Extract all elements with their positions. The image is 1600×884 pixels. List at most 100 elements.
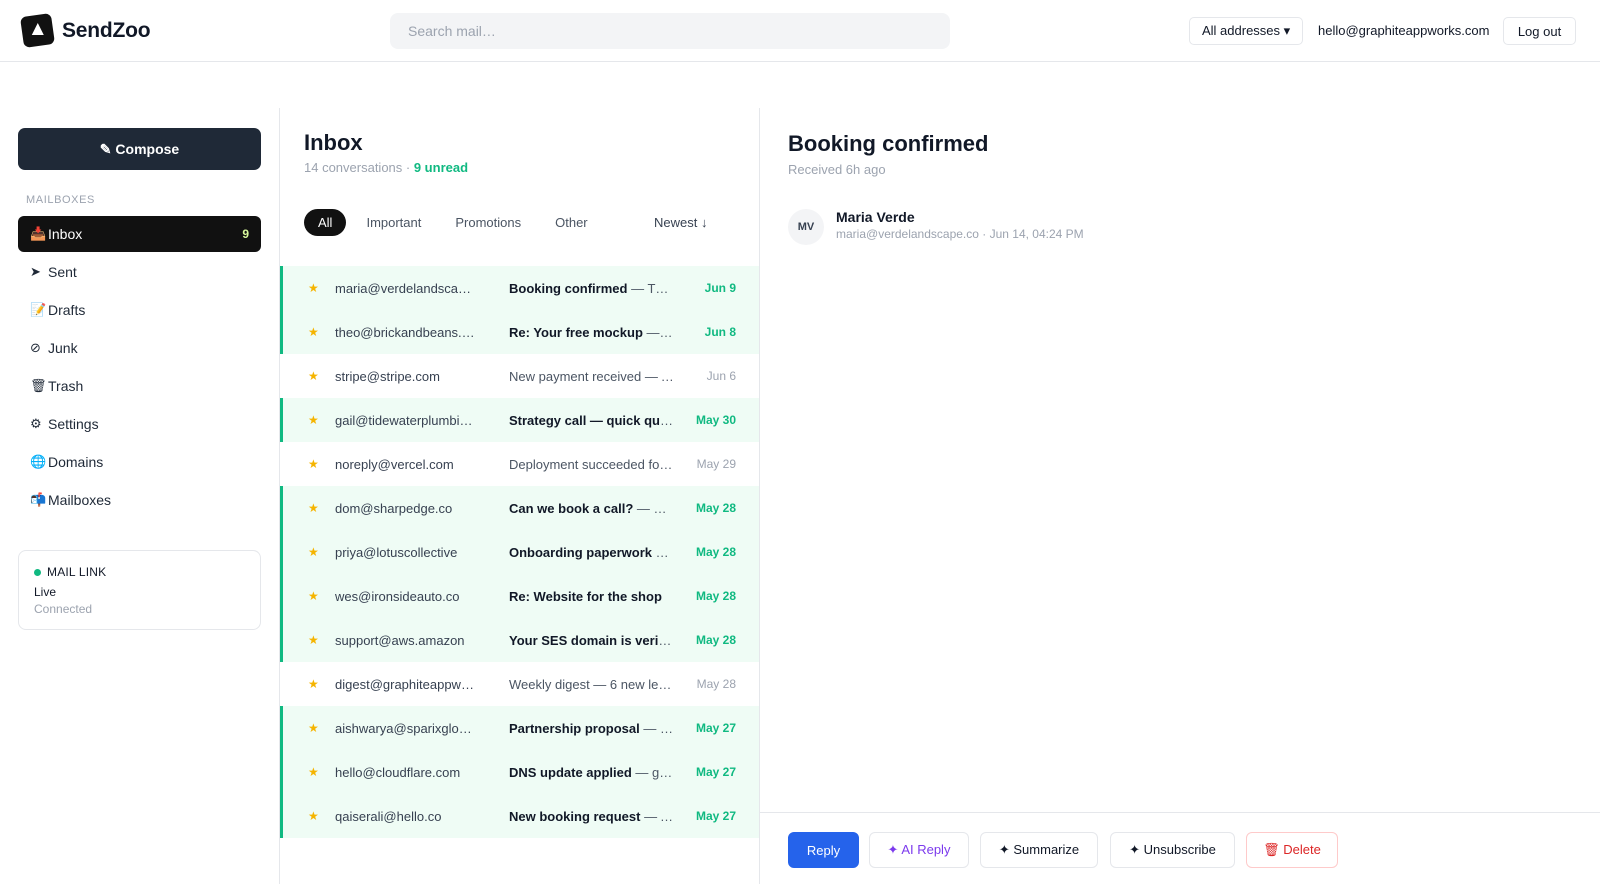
app-logo[interactable]: SendZoo (19, 12, 151, 49)
sidebar-item-settings[interactable]: ⚙ Settings (18, 406, 261, 442)
mail-link-status-card: MAIL LINK Live Connected (18, 550, 261, 630)
table-row[interactable]: ★ gail@tidewaterplumbing.com Strategy call… (280, 398, 759, 442)
row-subject: Can we book a call? — Hi there (509, 501, 674, 516)
row-preview: for project (648, 456, 674, 472)
logout-button[interactable]: Log out (1503, 17, 1576, 45)
table-row[interactable]: ★ dom@sharpedge.co Can we book a call? — H… (280, 486, 759, 530)
table-row[interactable]: ★ theo@brickandbeans.com Re: Your free moc… (280, 310, 759, 354)
status-dot-icon (34, 568, 41, 576)
search-input[interactable] (390, 13, 950, 49)
row-subject-title: Booking confirmed (509, 280, 628, 296)
sidebar-item-domains[interactable]: 🌐 Domains (18, 444, 261, 480)
star-icon[interactable]: ★ (308, 633, 319, 647)
filter-tabs: All Important Promotions Other (304, 209, 608, 236)
row-subject: New payment received — A payment (509, 369, 674, 384)
row-preview: — A payment (644, 368, 674, 384)
row-subject: Onboarding paperwork — Attached (509, 545, 674, 560)
row-date: May 28 (695, 501, 736, 515)
sidebar-item-sent[interactable]: ➤ Sent (18, 254, 261, 290)
table-row[interactable]: ★ priya@lotuscollective Onboarding paperwo… (280, 530, 759, 574)
tab-other[interactable]: Other (541, 209, 602, 236)
row-sender: gail@tidewaterplumbing.com (335, 412, 475, 428)
sender-name: Maria Verde (836, 209, 915, 225)
sort-dropdown[interactable]: Newest ↓ (654, 215, 707, 230)
star-icon[interactable]: ★ (308, 457, 319, 471)
received-time: Received 6h ago (788, 162, 886, 177)
mailboxes-label: MAILBOXES (26, 194, 95, 206)
compose-button[interactable]: ✎ Compose (18, 128, 261, 170)
row-subject: New booking request — A new (509, 809, 674, 824)
row-date: Jun 9 (704, 281, 736, 295)
mail-link-title: MAIL LINK (47, 565, 107, 579)
row-subject-title: Re: Your free mockup (509, 324, 643, 340)
row-subject: Weekly digest — 6 new leads (509, 677, 674, 692)
row-sender: hello@cloudflare.com (335, 764, 461, 780)
address-filter-dropdown[interactable]: All addresses ▾ (1189, 17, 1304, 45)
sidebar-item-junk[interactable]: ⊘ Junk (18, 330, 261, 366)
table-row[interactable]: ★ wes@ironsideauto.co Re: Website for the … (280, 574, 759, 618)
table-row[interactable]: ★ qaiserali@hello.co New booking request —… (280, 794, 759, 838)
sidebar: ✎ Compose MAILBOXES 📥 Inbox 9 ➤ Sent 📝 D… (0, 108, 280, 884)
row-subject-title: New booking request (509, 808, 641, 824)
star-icon[interactable]: ★ (308, 677, 319, 691)
star-icon[interactable]: ★ (308, 281, 319, 295)
inbox-icon: 📥 (30, 226, 47, 241)
star-icon[interactable]: ★ (308, 501, 319, 515)
row-preview: — Hi there (636, 500, 674, 516)
tab-important[interactable]: Important (352, 209, 435, 236)
star-icon[interactable]: ★ (308, 721, 319, 735)
row-sender: noreply@vercel.com (335, 456, 454, 472)
table-row[interactable]: ★ noreply@vercel.com Deployment succeeded … (280, 442, 759, 486)
table-row[interactable]: ★ maria@verdelandscape.co Booking confirme… (280, 266, 759, 310)
table-row[interactable]: ★ stripe@stripe.com New payment received —… (280, 354, 759, 398)
row-subject: Strategy call — quick question (509, 413, 674, 428)
row-date: May 30 (695, 413, 736, 427)
row-subject-title: Partnership proposal (509, 720, 640, 736)
sidebar-item-label: Drafts (48, 302, 86, 318)
app-name: SendZoo (62, 18, 151, 42)
row-sender: stripe@stripe.com (335, 368, 440, 384)
ai-reply-button[interactable]: ✦ AI Reply (869, 832, 969, 868)
star-icon[interactable]: ★ (308, 413, 319, 427)
sidebar-item-drafts[interactable]: 📝 Drafts (18, 292, 261, 328)
sidebar-item-label: Inbox (48, 226, 83, 242)
logo-icon (19, 12, 56, 49)
star-icon[interactable]: ★ (308, 809, 319, 823)
mail-link-state: Live (34, 585, 57, 599)
delete-button[interactable]: 🗑 Delete (1246, 832, 1338, 868)
sidebar-item-mailboxes[interactable]: 📬 Mailboxes (18, 482, 261, 518)
inbox-summary: 14 conversations · 9 unread (304, 160, 469, 175)
sidebar-item-trash[interactable]: 🗑 Trash (18, 368, 261, 404)
row-preview: — global (635, 764, 674, 780)
tab-all[interactable]: All (304, 209, 347, 236)
sidebar-item-inbox[interactable]: 📥 Inbox 9 (18, 216, 261, 252)
star-icon[interactable]: ★ (308, 589, 319, 603)
sidebar-item-label: Trash (48, 378, 84, 394)
row-sender: aishwarya@sparixglobal.com (335, 720, 475, 736)
reply-button[interactable]: Reply (788, 832, 859, 868)
summarize-button[interactable]: ✦ Summarize (980, 832, 1098, 868)
row-subject-title: Weekly digest — 6 new leads (509, 676, 674, 692)
table-row[interactable]: ★ digest@graphiteappworks.com Weekly diges… (280, 662, 759, 706)
row-subject-title: Can we book a call? (509, 500, 634, 516)
row-sender: digest@graphiteappworks.com (335, 676, 475, 692)
table-row[interactable]: ★ hello@cloudflare.com DNS update applied … (280, 750, 759, 794)
row-subject-title: Onboarding paperwork (509, 544, 653, 560)
row-date: May 28 (695, 545, 736, 559)
page-title: Inbox (304, 130, 363, 155)
user-email: hello@graphiteappworks.com (1318, 23, 1490, 38)
star-icon[interactable]: ★ (308, 369, 319, 383)
tab-promotions[interactable]: Promotions (441, 209, 535, 236)
unsubscribe-button[interactable]: ✦ Unsubscribe (1110, 832, 1235, 868)
avatar: MV (788, 209, 824, 245)
star-icon[interactable]: ★ (308, 325, 319, 339)
star-icon[interactable]: ★ (308, 545, 319, 559)
row-subject-title: Re: Website for the shop (509, 588, 662, 604)
table-row[interactable]: ★ support@aws.amazon Your SES domain is ve… (280, 618, 759, 662)
row-sender: maria@verdelandscape.co (335, 280, 475, 296)
row-subject: Partnership proposal — Hello (509, 721, 674, 736)
star-icon[interactable]: ★ (308, 765, 319, 779)
row-date: May 27 (695, 765, 736, 779)
unread-count: 9 unread (413, 160, 469, 175)
table-row[interactable]: ★ aishwarya@sparixglobal.com Partnership p… (280, 706, 759, 750)
